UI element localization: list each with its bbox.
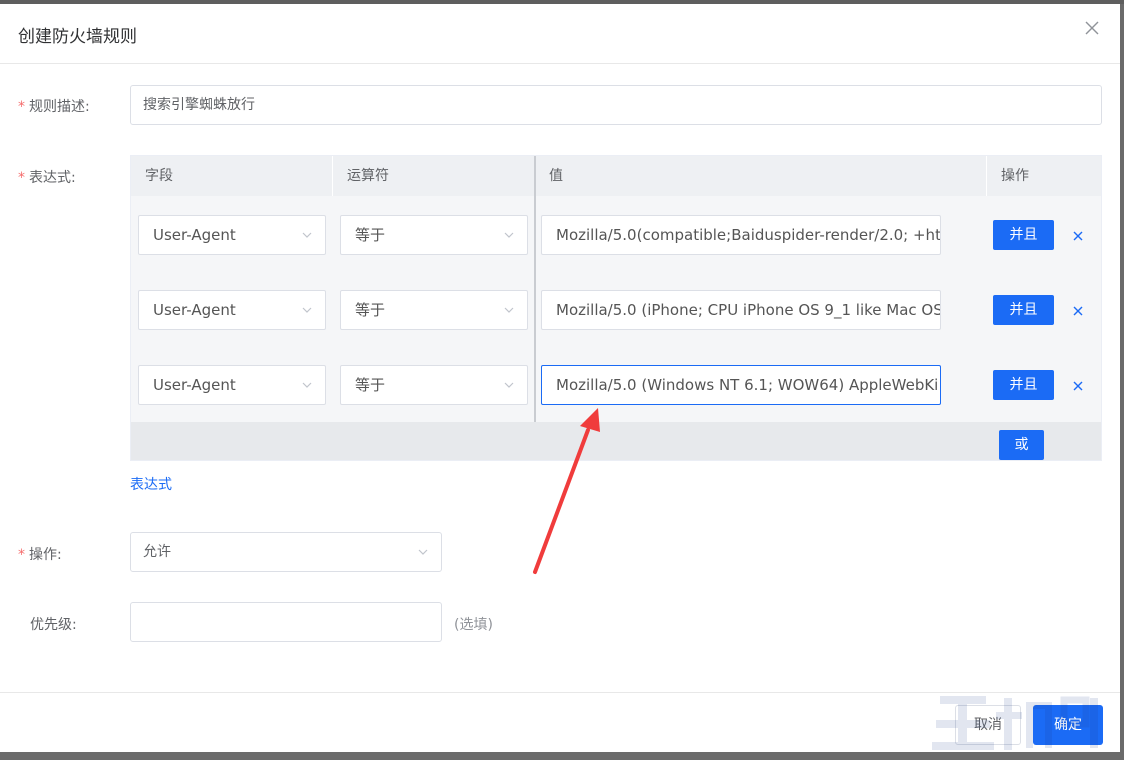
and-button[interactable]: 并且 bbox=[993, 220, 1054, 250]
required-mark: * bbox=[18, 547, 25, 563]
action-label: * 操作: bbox=[18, 547, 62, 563]
priority-hint: (选填) bbox=[454, 617, 493, 633]
action-select[interactable]: 允许 bbox=[130, 532, 442, 572]
priority-label: 优先级: bbox=[30, 617, 77, 633]
header-operator: 运算符 bbox=[333, 156, 535, 196]
dialog-title: 创建防火墙规则 bbox=[18, 27, 137, 47]
chevron-down-icon bbox=[302, 232, 312, 238]
expression-label: * 表达式: bbox=[18, 170, 76, 186]
field-select[interactable]: User-Agent bbox=[138, 215, 326, 255]
operator-select[interactable]: 等于 bbox=[340, 365, 528, 405]
value-input[interactable]: Mozilla/5.0 (iPhone; CPU iPhone OS 9_1 l… bbox=[541, 290, 941, 330]
chevron-down-icon bbox=[302, 307, 312, 313]
close-icon bbox=[1085, 21, 1099, 35]
cancel-button[interactable]: 取消 bbox=[955, 705, 1021, 745]
operator-select[interactable]: 等于 bbox=[340, 215, 528, 255]
dialog-header: 创建防火墙规则 bbox=[0, 4, 1120, 64]
table-row: User-Agent 等于 Mozilla/5.0 (Windows NT 6.… bbox=[131, 346, 1101, 421]
expression-link[interactable]: 表达式 bbox=[130, 474, 172, 494]
close-button[interactable] bbox=[1082, 18, 1102, 38]
priority-input[interactable] bbox=[130, 602, 442, 642]
remove-icon[interactable] bbox=[1070, 303, 1086, 319]
header-value: 值 bbox=[535, 156, 987, 196]
remove-icon[interactable] bbox=[1070, 378, 1086, 394]
expression-table: 字段 运算符 值 操作 User-Agent 等于 Mozilla/5.0(co… bbox=[130, 155, 1102, 461]
field-select[interactable]: User-Agent bbox=[138, 290, 326, 330]
header-field: 字段 bbox=[131, 156, 333, 196]
description-label: * 规则描述: bbox=[18, 99, 90, 115]
table-row: User-Agent 等于 Mozilla/5.0 (iPhone; CPU i… bbox=[131, 271, 1101, 346]
chevron-down-icon bbox=[504, 232, 514, 238]
description-input[interactable]: 搜索引擎蜘蛛放行 bbox=[130, 85, 1102, 125]
header-action: 操作 bbox=[1001, 168, 1029, 184]
create-firewall-rule-dialog: 创建防火墙规则 * 规则描述: 搜索引擎蜘蛛放行 * 表达式: 字段 运算符 值 操… bbox=[0, 4, 1120, 752]
field-select[interactable]: User-Agent bbox=[138, 365, 326, 405]
table-footer: 或 bbox=[131, 422, 1101, 460]
and-button[interactable]: 并且 bbox=[993, 370, 1054, 400]
chevron-down-icon bbox=[302, 382, 312, 388]
chevron-down-icon bbox=[504, 382, 514, 388]
operator-select[interactable]: 等于 bbox=[340, 290, 528, 330]
and-button[interactable]: 并且 bbox=[993, 295, 1054, 325]
required-mark: * bbox=[18, 99, 25, 115]
value-input[interactable]: Mozilla/5.0 (Windows NT 6.1; WOW64) Appl… bbox=[541, 365, 941, 405]
value-input[interactable]: Mozilla/5.0(compatible;Baiduspider-rende… bbox=[541, 215, 941, 255]
chevron-down-icon bbox=[418, 549, 428, 555]
or-button[interactable]: 或 bbox=[999, 430, 1044, 460]
confirm-button[interactable]: 确定 bbox=[1033, 705, 1103, 745]
table-row: User-Agent 等于 Mozilla/5.0(compatible;Bai… bbox=[131, 196, 1101, 271]
table-header: 字段 运算符 值 操作 bbox=[131, 156, 1101, 196]
dialog-footer: 取消 确定 bbox=[0, 692, 1120, 752]
column-divider bbox=[534, 156, 536, 422]
required-mark: * bbox=[18, 170, 25, 186]
remove-icon[interactable] bbox=[1070, 228, 1086, 244]
chevron-down-icon bbox=[504, 307, 514, 313]
